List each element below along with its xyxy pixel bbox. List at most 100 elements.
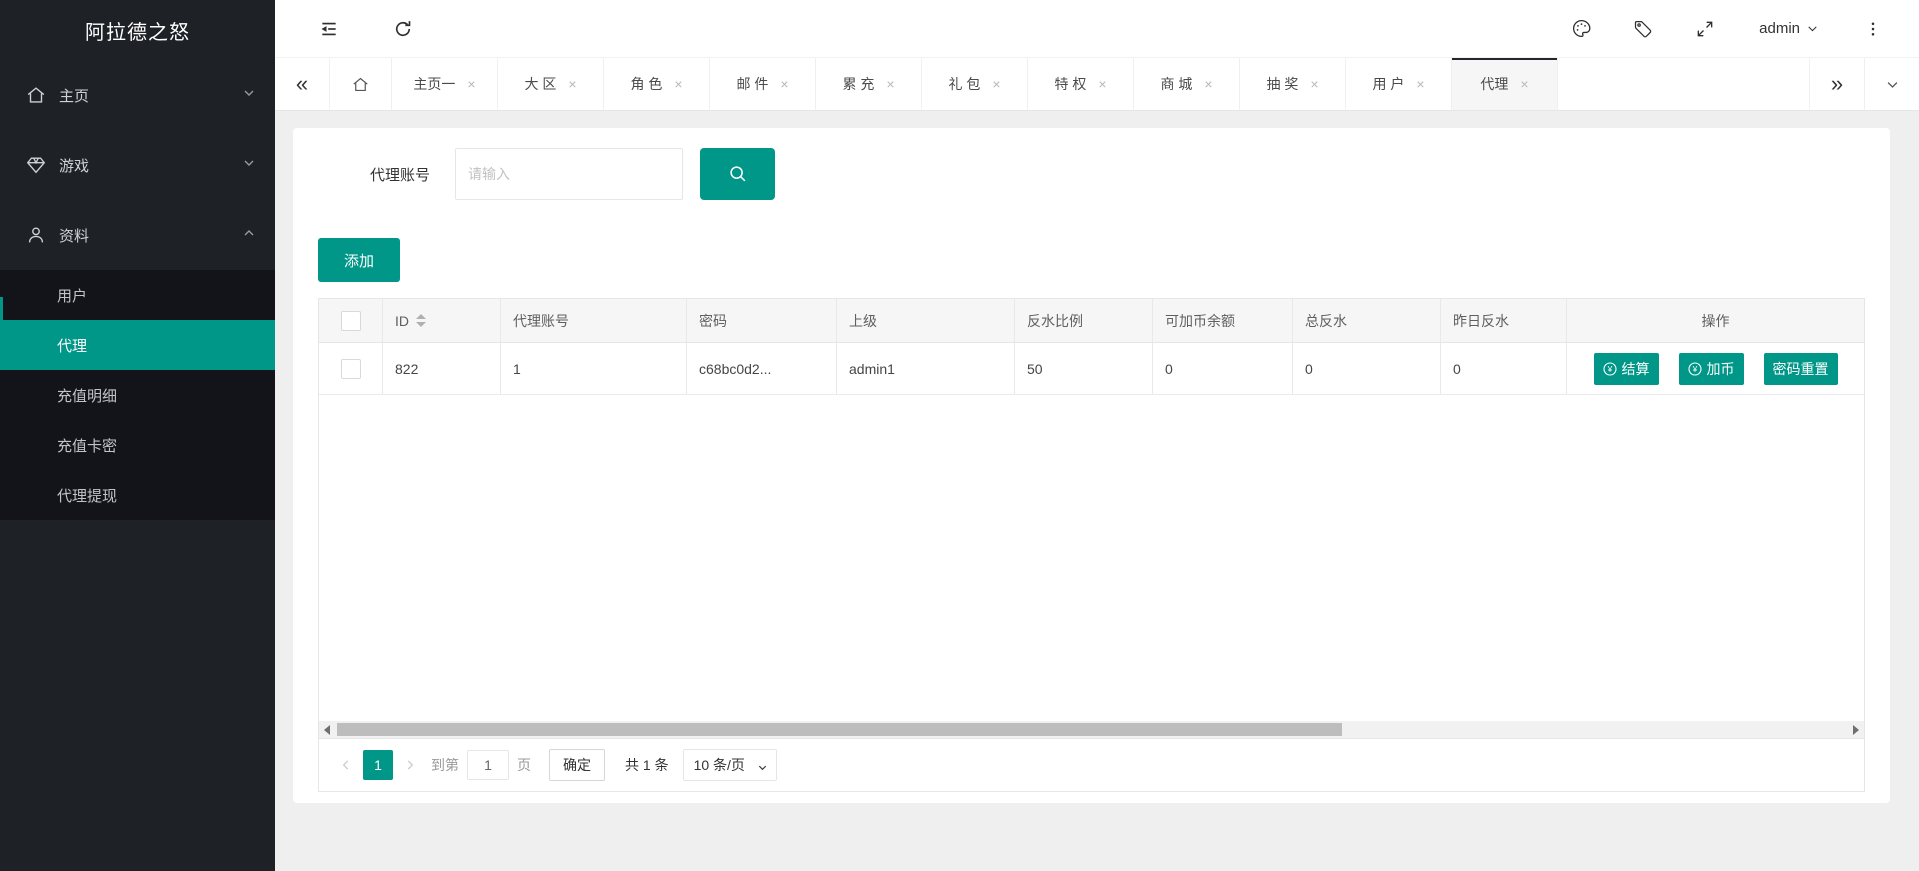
settle-button[interactable]: ¥ 结算 xyxy=(1594,353,1659,385)
sort-asc-icon[interactable] xyxy=(416,314,426,319)
header-checkbox-cell xyxy=(319,299,383,342)
svg-text:¥: ¥ xyxy=(1691,364,1697,374)
user-menu[interactable]: admin xyxy=(1743,0,1835,58)
page-number-input[interactable] xyxy=(467,750,509,780)
tab-accumulate[interactable]: 累 充 × xyxy=(816,58,922,110)
sidebar-item-label: 主页 xyxy=(59,85,241,106)
page-size-select-wrap: 10 条/页 xyxy=(683,749,777,781)
tabs-scroll-left-button[interactable]: « xyxy=(275,58,330,110)
tab-label: 角 色 xyxy=(630,74,662,94)
tab-lottery[interactable]: 抽 奖 × xyxy=(1240,58,1346,110)
close-icon[interactable]: × xyxy=(1416,76,1424,92)
tab-users[interactable]: 用 户 × xyxy=(1346,58,1452,110)
page-size-select[interactable]: 10 条/页 xyxy=(683,749,777,781)
close-icon[interactable]: × xyxy=(467,76,475,92)
cell-actions: ¥ 结算 ¥ 加币 xyxy=(1567,343,1864,394)
close-icon[interactable]: × xyxy=(886,76,894,92)
confirm-page-button[interactable]: 确定 xyxy=(549,749,605,781)
tab-privilege[interactable]: 特 权 × xyxy=(1028,58,1134,110)
cell-rebate: 50 xyxy=(1015,343,1153,394)
sidebar-item-data[interactable]: 资料 xyxy=(0,200,275,270)
row-checkbox[interactable] xyxy=(341,359,361,379)
collapse-menu-button[interactable] xyxy=(305,0,353,58)
theme-button[interactable] xyxy=(1557,0,1605,58)
sidebar-item-game[interactable]: 游戏 xyxy=(0,130,275,200)
goto-label: 到第 xyxy=(431,755,459,775)
tab-role[interactable]: 角 色 × xyxy=(604,58,710,110)
yen-circle-icon: ¥ xyxy=(1688,362,1702,376)
close-icon[interactable]: × xyxy=(1204,76,1212,92)
add-button[interactable]: 添加 xyxy=(318,238,400,282)
column-header-rebate: 反水比例 xyxy=(1015,299,1153,342)
tab-label: 主页一 xyxy=(413,74,455,94)
tab-label: 邮 件 xyxy=(736,74,768,94)
sort-desc-icon[interactable] xyxy=(416,322,426,327)
column-header-id[interactable]: ID xyxy=(383,299,501,342)
next-page-button[interactable] xyxy=(397,750,423,780)
tab-giftpack[interactable]: 礼 包 × xyxy=(922,58,1028,110)
app-root: 阿拉德之怒 主页 游戏 xyxy=(0,0,1919,871)
prev-page-button[interactable] xyxy=(333,750,359,780)
app-title: 阿拉德之怒 xyxy=(0,0,275,60)
scroll-left-arrow[interactable] xyxy=(319,721,335,738)
close-icon[interactable]: × xyxy=(780,76,788,92)
sidebar-item-users[interactable]: 用户 xyxy=(0,270,275,320)
total-count-label: 共 1 条 xyxy=(625,755,669,775)
select-all-checkbox[interactable] xyxy=(341,311,361,331)
search-label: 代理账号 xyxy=(318,164,430,185)
tab-mail[interactable]: 邮 件 × xyxy=(710,58,816,110)
fullscreen-button[interactable] xyxy=(1681,0,1729,58)
refresh-button[interactable] xyxy=(379,0,427,58)
tab-agent[interactable]: 代理 × xyxy=(1452,58,1558,110)
search-button[interactable] xyxy=(700,148,775,200)
action-label: 加币 xyxy=(1707,359,1735,379)
sidebar: 阿拉德之怒 主页 游戏 xyxy=(0,0,275,871)
sidebar-item-home[interactable]: 主页 xyxy=(0,60,275,130)
close-icon[interactable]: × xyxy=(568,76,576,92)
sidebar-item-label: 用户 xyxy=(57,285,87,306)
cell-parent: admin1 xyxy=(837,343,1015,394)
more-menu-button[interactable] xyxy=(1849,0,1897,58)
tabs-menu-button[interactable] xyxy=(1864,58,1919,110)
close-icon[interactable]: × xyxy=(1520,76,1528,92)
tag-button[interactable] xyxy=(1619,0,1667,58)
reset-password-button[interactable]: 密码重置 xyxy=(1764,353,1838,385)
scrollbar-thumb[interactable] xyxy=(337,723,1342,736)
main-area: admin « 主页一 × xyxy=(275,0,1919,871)
chevron-down-icon xyxy=(1806,22,1819,35)
sidebar-item-label: 代理提现 xyxy=(57,485,117,506)
tab-bar: « 主页一 × 大 区 × 角 色 × 邮 件 × xyxy=(275,58,1919,111)
sidebar-scrollbar-thumb[interactable] xyxy=(0,297,3,323)
tab-home[interactable] xyxy=(330,58,392,110)
tabs-scroll-right-button[interactable]: » xyxy=(1809,58,1864,110)
tab-mall[interactable]: 商 城 × xyxy=(1134,58,1240,110)
current-page-button[interactable]: 1 xyxy=(363,750,393,780)
sidebar-item-agent-withdraw[interactable]: 代理提现 xyxy=(0,470,275,520)
top-bar-right: admin xyxy=(1557,0,1897,58)
pagination-bar: 1 到第 页 确定 共 1 条 10 条/页 xyxy=(319,738,1864,791)
tab-label: 累 充 xyxy=(842,74,874,94)
sidebar-item-agent[interactable]: 代理 xyxy=(0,320,275,370)
cell-yesterday-rebate: 0 xyxy=(1441,343,1567,394)
chevron-down-icon xyxy=(241,155,257,175)
page-unit-label: 页 xyxy=(517,755,531,775)
sidebar-item-recharge-card[interactable]: 充值卡密 xyxy=(0,420,275,470)
scrollbar-track[interactable] xyxy=(335,721,1848,738)
close-icon[interactable]: × xyxy=(674,76,682,92)
row-checkbox-cell xyxy=(319,343,383,394)
cell-id: 822 xyxy=(383,343,501,394)
sidebar-item-recharge-detail[interactable]: 充值明细 xyxy=(0,370,275,420)
tab-region[interactable]: 大 区 × xyxy=(498,58,604,110)
close-icon[interactable]: × xyxy=(1310,76,1318,92)
fullscreen-icon xyxy=(1695,19,1715,39)
close-icon[interactable]: × xyxy=(1098,76,1106,92)
scroll-right-arrow[interactable] xyxy=(1848,721,1864,738)
tab-homepage1[interactable]: 主页一 × xyxy=(392,58,498,110)
agent-account-input[interactable] xyxy=(455,148,683,200)
action-label: 结算 xyxy=(1622,359,1650,379)
chevron-down-icon xyxy=(1885,77,1900,92)
close-icon[interactable]: × xyxy=(992,76,1000,92)
add-coin-button[interactable]: ¥ 加币 xyxy=(1679,353,1744,385)
action-label: 密码重置 xyxy=(1773,359,1829,379)
tag-icon xyxy=(1633,19,1653,39)
